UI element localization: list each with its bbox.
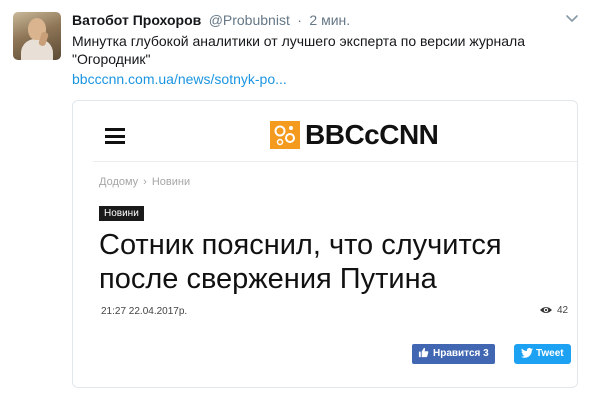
site-header: BBCcCNN [93, 111, 577, 161]
tweet-header: Ватобот Прохоров @Probubnist · 2 мин. [72, 12, 350, 32]
tweet-button-label: Tweet [536, 348, 564, 359]
thumbs-up-icon [418, 347, 429, 358]
link-preview-card[interactable]: BBCcCNN Додому › Новини Новини Сотник пояс… [72, 100, 578, 388]
tweet-button[interactable]: Tweet [514, 344, 571, 364]
tweet: Ватобот Прохоров @Probubnist · 2 мин. Ми… [0, 0, 602, 402]
logo-text: BBCcCNN [305, 119, 439, 150]
post-date: 21:27 22.04.2017р. [101, 306, 188, 317]
header-separator: · [297, 12, 302, 28]
eye-icon [540, 307, 552, 313]
article-headline[interactable]: Сотник пояснил, что случится после сверж… [99, 228, 559, 296]
views-value: 42 [557, 305, 569, 316]
hamburger-menu-icon[interactable] [105, 128, 125, 144]
tweet-time[interactable]: 2 мин. [309, 12, 350, 28]
author-handle[interactable]: @Probubnist [209, 12, 290, 28]
avatar[interactable] [13, 12, 61, 60]
chevron-down-icon[interactable] [565, 14, 579, 24]
twitter-bird-icon [521, 348, 533, 358]
tweet-link[interactable]: bbcccnn.com.ua/news/sotnyk-po... [72, 71, 287, 87]
avatar-body [21, 39, 53, 60]
breadcrumb: Додому › Новини [99, 176, 190, 188]
breadcrumb-news[interactable]: Новини [152, 176, 190, 188]
tweet-text: Минутка глубокой аналитики от лучшего эк… [72, 33, 526, 67]
breadcrumb-home[interactable]: Додому [99, 176, 138, 188]
header-divider [93, 161, 577, 162]
like-label: Нравится 3 [433, 348, 489, 359]
breadcrumb-separator: › [143, 176, 147, 188]
logo-gears-icon [270, 121, 300, 149]
author-name[interactable]: Ватобот Прохоров [72, 12, 201, 28]
facebook-like-button[interactable]: Нравится 3 [412, 344, 495, 364]
views-count: 42 [539, 305, 568, 316]
category-badge[interactable]: Новини [99, 206, 144, 221]
